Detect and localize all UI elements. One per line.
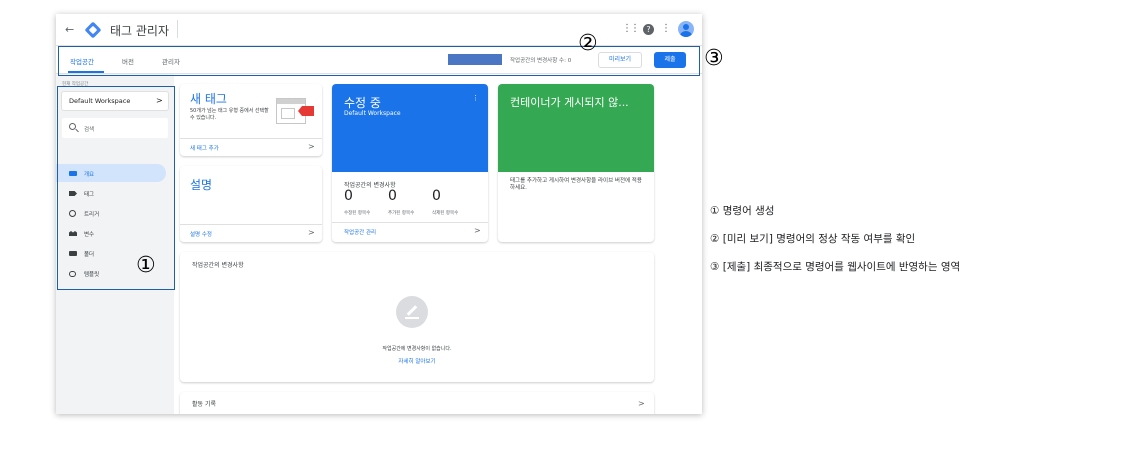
not-published-header: 컨테이너가 게시되지 않... (498, 84, 654, 172)
description-title: 설명 (190, 178, 213, 192)
help-icon[interactable]: ? (643, 24, 654, 35)
card-divider (332, 222, 488, 223)
chevron-right-icon: > (474, 226, 481, 235)
highlight-box-toolbar (58, 46, 700, 76)
workspace-changes-title: 작업공간의 변경사항 (192, 262, 244, 269)
app-topbar: ← 태그 관리자 ⋮⋮ ? ⋮ (56, 14, 702, 46)
annotation-two: ② [미리 보기] 명령어의 정상 작동 여부를 확인 (710, 233, 916, 245)
more-vert-icon[interactable]: ⋮ (661, 23, 671, 35)
editing-title: 수정 중 (344, 96, 381, 110)
tag-manager-logo-icon (84, 21, 102, 39)
manage-workspace-link[interactable]: 작업공간 관리 (344, 228, 376, 236)
deleted-count: 0 (432, 188, 441, 204)
editing-card-header: 수정 중 Default Workspace ⋮ (332, 84, 488, 172)
added-count-label: 추가된 항목수 (388, 211, 415, 216)
stage: ← 태그 관리자 ⋮⋮ ? ⋮ 작업공간 버전 관리자 작업공간의 변경사항 수… (0, 0, 1136, 462)
chevron-right-icon: > (638, 399, 645, 408)
new-tag-description: 50개가 넘는 태그 유형 중에서 선택할 수 있습니다. (190, 108, 269, 121)
container-not-published-card[interactable]: 컨테이너가 게시되지 않... 태그를 추가하고 게시하여 변경사항을 라이브 … (498, 84, 654, 242)
add-new-tag-link[interactable]: 새 태그 추가 (190, 144, 219, 152)
card-divider (180, 224, 322, 225)
back-arrow-icon[interactable]: ← (65, 23, 74, 36)
description-card[interactable]: 설명 설명 수정 > (180, 166, 322, 242)
new-tag-title: 새 태그 (190, 92, 227, 106)
added-count: 0 (388, 188, 397, 204)
no-changes-message: 작업공간에 변경사항이 없습니다. (382, 346, 452, 352)
card-divider (180, 138, 322, 139)
account-avatar[interactable] (678, 21, 694, 37)
annotation-three: ③ [제출] 최종적으로 명령어를 웹사이트에 반영하는 영역 (710, 261, 961, 273)
edit-description-link[interactable]: 설명 수정 (190, 230, 212, 238)
annotation-one: ① 명령어 생성 (710, 205, 775, 217)
marker-two: ② (578, 31, 598, 56)
marker-three: ③ (704, 46, 724, 71)
learn-more-link[interactable]: 자세히 알아보기 (180, 357, 654, 365)
workspace-changes-card: 작업공간의 변경사항 작업공간에 변경사항이 없습니다. 자세히 알아보기 (180, 252, 654, 382)
activity-history-card[interactable]: 활동 기록 > (180, 392, 654, 414)
not-published-title: 컨테이너가 게시되지 않... (510, 96, 629, 109)
not-published-description: 태그를 추가하고 게시하여 변경사항을 라이브 버전에 적용하세요. (510, 178, 642, 191)
new-tag-card[interactable]: 새 태그 50개가 넘는 태그 유형 중에서 선택할 수 있습니다. 새 태그 … (180, 84, 322, 156)
modified-count: 0 (344, 188, 353, 204)
apps-grid-icon[interactable]: ⋮⋮ (622, 23, 640, 35)
more-vert-icon[interactable]: ⋮ (472, 94, 479, 102)
topbar-divider (177, 20, 178, 38)
marker-one: ① (136, 253, 156, 278)
modified-count-label: 수정된 항목수 (344, 211, 371, 216)
deleted-count-label: 삭제된 항목수 (432, 211, 459, 216)
activity-history-title: 활동 기록 (192, 401, 216, 408)
chevron-right-icon: > (308, 142, 315, 151)
editing-card[interactable]: 수정 중 Default Workspace ⋮ 작업공간의 변경사항 0 0 … (332, 84, 488, 242)
highlight-box-sidebar (57, 86, 175, 290)
editing-workspace-name: Default Workspace (344, 110, 401, 117)
chevron-right-icon: > (308, 228, 315, 237)
app-title: 태그 관리자 (110, 24, 170, 38)
edit-pencil-icon (396, 296, 428, 328)
